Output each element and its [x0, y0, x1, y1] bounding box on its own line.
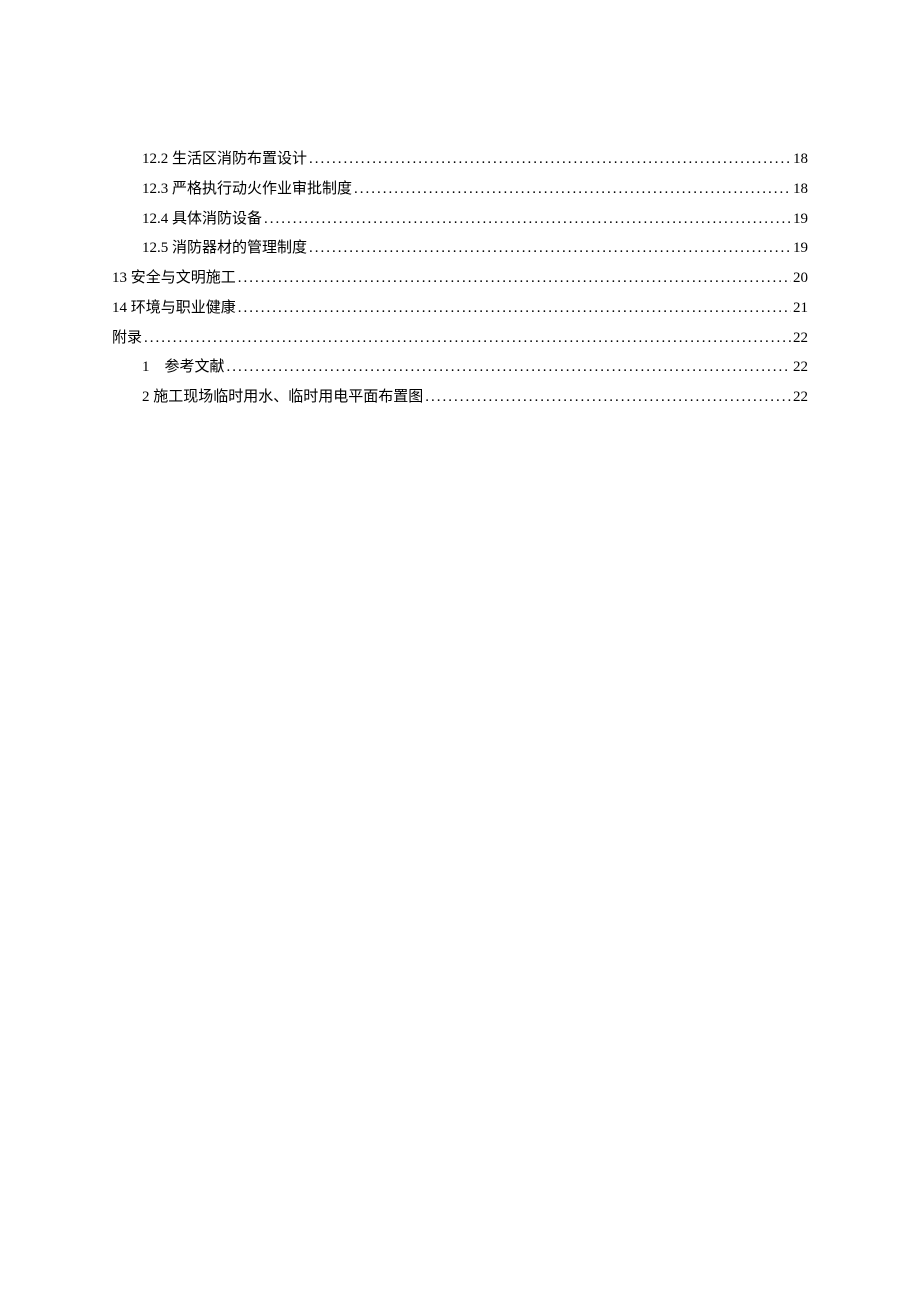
toc-entry: 附录 22	[112, 327, 808, 350]
toc-label: 13 安全与文明施工	[112, 267, 236, 290]
toc-label: 12.5 消防器材的管理制度	[142, 237, 307, 260]
toc-page-number: 22	[793, 386, 808, 409]
toc-entry: 1 参考文献 22	[112, 356, 808, 379]
toc-label: 12.3 严格执行动火作业审批制度	[142, 178, 352, 201]
toc-page-number: 22	[793, 327, 808, 350]
toc-page-number: 19	[793, 237, 808, 260]
toc-page-number: 21	[793, 297, 808, 320]
toc-page-number: 20	[793, 267, 808, 290]
toc-label: 1 参考文献	[142, 356, 225, 379]
toc-leader-dots	[144, 327, 791, 350]
toc-entry: 13 安全与文明施工 20	[112, 267, 808, 290]
toc-label: 附录	[112, 327, 142, 350]
table-of-contents: 12.2 生活区消防布置设计 18 12.3 严格执行动火作业审批制度 18 1…	[112, 148, 808, 409]
toc-leader-dots	[309, 148, 791, 171]
toc-label: 12.2 生活区消防布置设计	[142, 148, 307, 171]
toc-leader-dots	[238, 267, 791, 290]
toc-entry: 12.4 具体消防设备 19	[112, 208, 808, 231]
toc-leader-dots	[264, 208, 791, 231]
toc-label: 12.4 具体消防设备	[142, 208, 262, 231]
toc-label: 2 施工现场临时用水、临时用电平面布置图	[142, 386, 423, 409]
toc-leader-dots	[309, 237, 791, 260]
toc-leader-dots	[227, 356, 791, 379]
toc-entry: 2 施工现场临时用水、临时用电平面布置图 22	[112, 386, 808, 409]
toc-entry: 12.5 消防器材的管理制度 19	[112, 237, 808, 260]
toc-leader-dots	[425, 386, 791, 409]
toc-page-number: 18	[793, 178, 808, 201]
toc-page-number: 18	[793, 148, 808, 171]
toc-page-number: 19	[793, 208, 808, 231]
toc-label: 14 环境与职业健康	[112, 297, 236, 320]
toc-entry: 12.2 生活区消防布置设计 18	[112, 148, 808, 171]
toc-leader-dots	[354, 178, 791, 201]
toc-entry: 12.3 严格执行动火作业审批制度 18	[112, 178, 808, 201]
toc-page-number: 22	[793, 356, 808, 379]
toc-entry: 14 环境与职业健康 21	[112, 297, 808, 320]
toc-leader-dots	[238, 297, 791, 320]
